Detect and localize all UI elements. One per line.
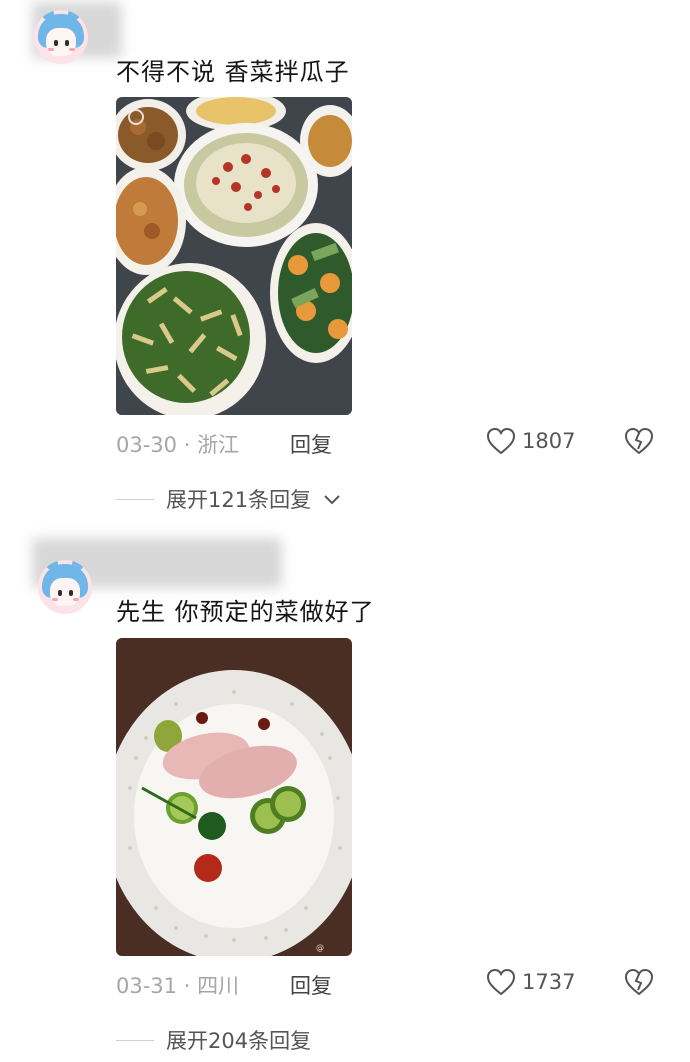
like-button[interactable]: 1807 (486, 427, 575, 455)
expand-divider (116, 498, 154, 500)
comment-text: 先生 你预定的菜做好了 (116, 598, 375, 626)
expand-label: 展开121条回复 (166, 488, 312, 512)
expand-label: 展开204条回复 (166, 1029, 312, 1053)
like-count: 1807 (522, 429, 576, 453)
chevron-down-icon (324, 495, 340, 505)
broken-heart-icon (624, 968, 654, 996)
expand-divider (116, 1039, 154, 1041)
comment-location: 浙江 (197, 433, 240, 457)
reply-button[interactable]: 回复 (290, 970, 332, 1000)
expand-replies[interactable]: 展开204条回复 (116, 1025, 311, 1055)
heart-icon (486, 427, 516, 455)
meta-separator: · (177, 974, 198, 998)
comment-item: 不得不说 香菜拌瓜子 03-30 · 浙江 回复 1807 展开121条回复 (0, 0, 690, 530)
expand-replies[interactable]: 展开121条回复 (116, 484, 341, 514)
comment-item: 先生 你预定的菜做好了 @ 03-31 · 四川 回复 1737 展开204条回… (0, 530, 690, 1062)
dislike-button[interactable] (624, 427, 654, 459)
like-count: 1737 (522, 970, 576, 994)
svg-text:@: @ (316, 943, 324, 952)
heart-icon (486, 968, 516, 996)
comment-meta: 03-31 · 四川 (116, 970, 239, 1000)
comment-date: 03-30 (116, 433, 178, 457)
comment-photo[interactable]: @ (116, 638, 352, 956)
dislike-button[interactable] (624, 968, 654, 1000)
meta-separator: · (177, 433, 198, 457)
comment-photo[interactable] (116, 97, 352, 415)
reply-button[interactable]: 回复 (290, 429, 332, 459)
comment-location: 四川 (197, 974, 240, 998)
comment-text: 不得不说 香菜拌瓜子 (116, 58, 350, 86)
comment-meta: 03-30 · 浙江 (116, 429, 239, 459)
avatar[interactable] (34, 10, 88, 64)
like-button[interactable]: 1737 (486, 968, 575, 996)
broken-heart-icon (624, 427, 654, 455)
comment-date: 03-31 (116, 974, 178, 998)
avatar[interactable] (38, 560, 92, 614)
